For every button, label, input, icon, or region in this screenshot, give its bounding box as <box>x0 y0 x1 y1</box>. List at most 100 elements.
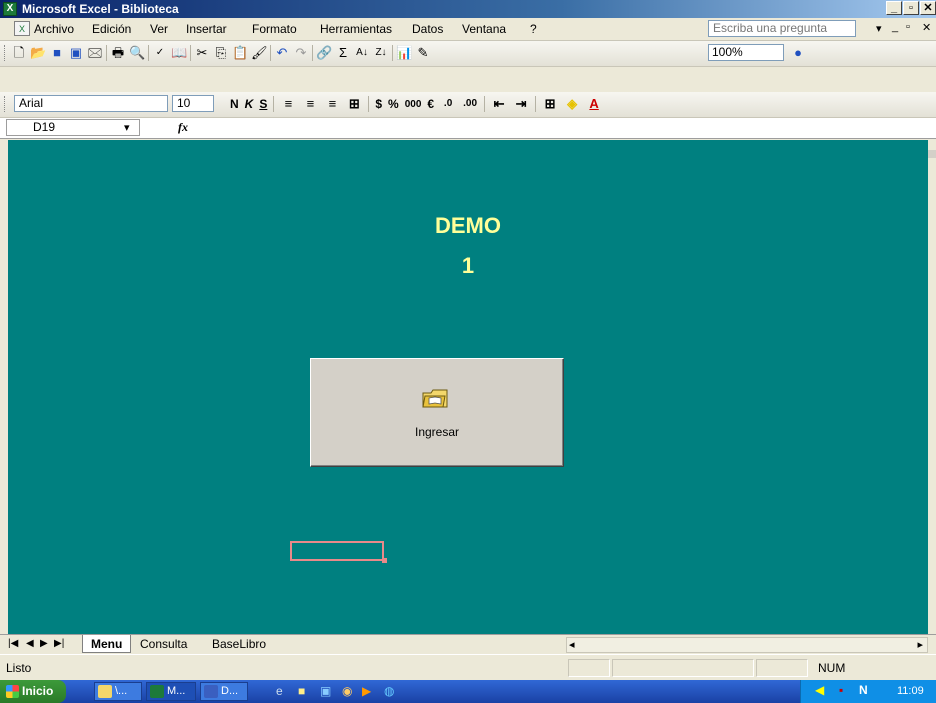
start-button[interactable]: Inicio <box>0 680 66 703</box>
align-right-icon[interactable]: ≡ <box>324 96 340 112</box>
first-sheet-icon[interactable]: |◀ <box>8 638 18 649</box>
taskbar-button-excel[interactable]: M... <box>146 682 196 701</box>
taskbar-button-label: M... <box>167 685 186 697</box>
tab-baselibro[interactable]: BaseLibro <box>204 635 274 653</box>
percent-button[interactable]: % <box>388 97 399 111</box>
align-left-icon[interactable]: ≡ <box>280 96 296 112</box>
ingresar-button[interactable]: Ingresar <box>310 358 564 467</box>
undo-icon[interactable]: ↶ <box>274 45 290 61</box>
cut-icon[interactable]: ✂ <box>194 45 210 61</box>
menu-formato[interactable]: Formato <box>252 22 297 36</box>
menu-ver[interactable]: Ver <box>150 22 168 36</box>
save-icon[interactable]: ■ <box>49 45 65 61</box>
sheet-area[interactable]: DEMO 1 Ingresar <box>8 140 928 634</box>
borders-icon[interactable]: ⊞ <box>542 96 558 112</box>
ask-question-input[interactable]: Escriba una pregunta <box>708 20 856 37</box>
toolbar-grip[interactable] <box>4 45 8 61</box>
menu-edicion[interactable]: Edición <box>92 22 131 36</box>
bold-button[interactable]: N <box>230 97 239 111</box>
format-painter-icon[interactable]: 🖌 <box>251 45 268 61</box>
font-size-select[interactable]: 10 <box>172 95 214 112</box>
scroll-right-icon[interactable]: ▸ <box>917 638 923 651</box>
drawing-icon[interactable]: ✎ <box>415 45 431 61</box>
minimize-button[interactable]: _ <box>886 1 902 15</box>
research-icon[interactable]: 📖 <box>171 45 187 61</box>
close-doc-icon[interactable]: ✕ <box>922 21 931 34</box>
restore-doc-icon[interactable]: ▫ <box>906 21 910 33</box>
fill-color-icon[interactable]: ◈ <box>564 96 580 112</box>
print-icon[interactable]: 🖶 <box>110 45 126 61</box>
minimize-doc-icon[interactable]: _ <box>892 21 898 33</box>
underline-button[interactable]: S <box>259 97 267 111</box>
menu-insertar[interactable]: Insertar <box>186 22 227 36</box>
autosum-icon[interactable]: Σ <box>335 45 351 61</box>
internet-explorer-icon[interactable]: e <box>276 684 292 700</box>
increase-indent-icon[interactable]: ⇥ <box>513 96 529 112</box>
restore-button[interactable]: ▫ <box>903 1 919 15</box>
workbook-icon[interactable]: X <box>14 21 30 36</box>
spelling-icon[interactable]: ✓ <box>152 45 168 61</box>
font-color-icon[interactable]: A <box>586 96 602 112</box>
help-icon[interactable]: ● <box>790 45 806 61</box>
decrease-indent-icon[interactable]: ⇤ <box>491 96 507 112</box>
sort-ascending-icon[interactable]: A↓ <box>354 45 370 61</box>
euro-button[interactable]: € <box>427 97 434 111</box>
scroll-up-icon[interactable] <box>928 150 936 158</box>
name-box[interactable]: D19 <box>6 119 140 136</box>
permission-icon[interactable]: ▣ <box>68 45 84 61</box>
demo-number: 1 <box>461 253 475 278</box>
tray-app-icon[interactable]: N <box>859 683 868 697</box>
taskbar-button-folder[interactable]: \... <box>94 682 142 701</box>
network-icon[interactable]: ▪ <box>839 683 843 697</box>
new-icon[interactable]: 🗋 <box>11 45 27 61</box>
fill-handle[interactable] <box>382 558 387 563</box>
volume-icon[interactable]: ◀ <box>815 683 824 697</box>
show-desktop-icon[interactable]: ■ <box>298 684 314 700</box>
menu-archivo[interactable]: Archivo <box>34 22 74 36</box>
menu-datos[interactable]: Datos <box>412 22 443 36</box>
globe-icon[interactable]: ◍ <box>384 684 400 700</box>
font-select[interactable]: Arial <box>14 95 168 112</box>
paste-icon[interactable]: 📋 <box>232 45 248 61</box>
open-icon[interactable]: 📂 <box>30 45 46 61</box>
align-center-icon[interactable]: ≡ <box>302 96 318 112</box>
scroll-left-icon[interactable]: ◂ <box>569 638 575 651</box>
currency-button[interactable]: $ <box>375 97 382 111</box>
menu-help[interactable]: ? <box>530 22 537 36</box>
merge-center-icon[interactable]: ⊞ <box>346 96 362 112</box>
italic-button[interactable]: K <box>245 97 254 111</box>
print-preview-icon[interactable]: 🔍 <box>129 45 145 61</box>
media-player-icon[interactable]: ▶ <box>362 684 378 700</box>
function-icon[interactable]: fx <box>178 120 188 135</box>
hyperlink-icon[interactable]: 🔗 <box>316 45 332 61</box>
menu-herramientas[interactable]: Herramientas <box>320 22 392 36</box>
name-box-dropdown-icon[interactable]: ▾ <box>124 121 130 134</box>
last-sheet-icon[interactable]: ▶| <box>54 638 64 649</box>
decrease-decimal-icon[interactable]: .00 <box>462 96 478 112</box>
tab-consulta[interactable]: Consulta <box>132 635 195 653</box>
close-button[interactable]: ✕ <box>920 1 936 15</box>
thousands-button[interactable]: 000 <box>405 99 422 110</box>
separator <box>392 45 393 61</box>
taskbar-button-word[interactable]: D... <box>200 682 248 701</box>
horizontal-scrollbar[interactable]: ◂ ▸ <box>566 637 928 653</box>
tab-menu[interactable]: Menu <box>82 635 132 653</box>
clock[interactable]: 11:09 <box>897 685 924 697</box>
clock-app-icon[interactable]: ◉ <box>342 684 358 700</box>
prev-sheet-icon[interactable]: ◀ <box>26 638 34 649</box>
zoom-select[interactable]: 100% <box>708 44 784 61</box>
next-sheet-icon[interactable]: ▶ <box>40 638 48 649</box>
sort-descending-icon[interactable]: Z↓ <box>373 45 389 61</box>
copy-icon[interactable]: ⎘ <box>213 45 229 61</box>
quick-launch-icon[interactable]: ▣ <box>320 684 336 700</box>
menu-ventana[interactable]: Ventana <box>462 22 506 36</box>
vertical-scrollbar[interactable] <box>928 140 936 634</box>
formula-input[interactable] <box>200 119 930 136</box>
toolbar-grip[interactable] <box>4 96 8 112</box>
email-icon[interactable]: 🖂 <box>87 45 103 61</box>
redo-icon[interactable]: ↷ <box>293 45 309 61</box>
chart-wizard-icon[interactable]: 📊 <box>396 45 412 61</box>
chevron-down-icon[interactable]: ▾ <box>876 22 882 35</box>
selected-cell[interactable] <box>290 541 384 561</box>
increase-decimal-icon[interactable]: .0 <box>440 96 456 112</box>
